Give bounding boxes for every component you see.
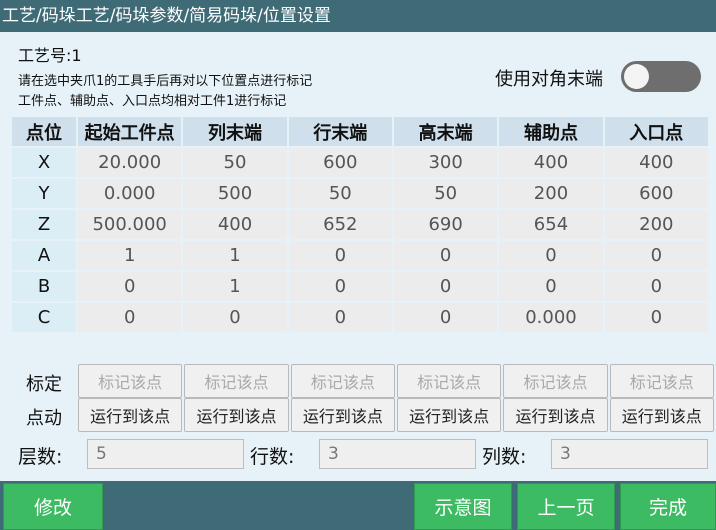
rows-field[interactable]: 3	[319, 439, 476, 469]
table-cell: 0	[604, 303, 708, 332]
table-cell: 300	[393, 148, 498, 177]
mark-point-button-entry[interactable]: 标记该点	[609, 364, 714, 398]
table-row: Y 0.000 500 50 50 200 600	[12, 179, 708, 208]
header-entry-point: 入口点	[604, 117, 708, 146]
move-to-point-button-height-end[interactable]: 运行到该点	[396, 398, 502, 432]
diagonal-end-label: 使用对角末端	[495, 69, 603, 90]
table-cell: 0	[78, 303, 182, 332]
table-cell: 654	[499, 210, 603, 239]
move-row-label: 点动	[26, 408, 62, 429]
done-button[interactable]: 完成	[620, 483, 716, 530]
move-to-point-button-column-end[interactable]: 运行到该点	[184, 398, 289, 432]
table-cell: 0	[288, 303, 392, 332]
table-cell: 50	[393, 179, 498, 208]
table-cell: 50	[288, 179, 392, 208]
mark-point-button-auxiliary[interactable]: 标记该点	[503, 364, 608, 398]
table-row: Z 500.000 400 652 690 654 200	[12, 210, 708, 239]
table-header-row: 点位 起始工件点 列末端 行末端 高末端 辅助点 入口点	[12, 117, 708, 146]
table-cell: 0.000	[499, 303, 603, 332]
table-cell: 1	[78, 241, 182, 270]
diagram-button[interactable]: 示意图	[414, 483, 512, 530]
table-cell: 690	[393, 210, 498, 239]
table-cell: 0.000	[78, 179, 182, 208]
header-auxiliary-point: 辅助点	[499, 117, 603, 146]
mark-point-button-row-end[interactable]: 标记该点	[290, 364, 395, 398]
table-cell: 0	[393, 303, 498, 332]
table-cell: 0	[288, 272, 392, 301]
table-cell: 600	[604, 179, 708, 208]
instruction-line-2: 工件点、辅助点、入口点均相对工件1进行标记	[18, 94, 287, 109]
axis-label: C	[12, 303, 76, 332]
previous-page-button[interactable]: 上一页	[517, 483, 615, 530]
mark-button-row: 标记该点 标记该点 标记该点 标记该点 标记该点 标记该点	[78, 364, 714, 398]
header-start-workpiece: 起始工件点	[78, 117, 182, 146]
table-row: B 0 1 0 0 0 0	[12, 272, 708, 301]
table-cell: 600	[288, 148, 392, 177]
mark-row-label: 标定	[26, 374, 62, 395]
breadcrumb-title: 工艺/码垛工艺/码垛参数/简易码垛/位置设置	[0, 0, 716, 32]
mark-point-button-height-end[interactable]: 标记该点	[396, 364, 502, 398]
layers-label: 层数:	[18, 446, 63, 468]
header-point: 点位	[12, 117, 76, 146]
table-cell: 500.000	[78, 210, 182, 239]
axis-label: Z	[12, 210, 76, 239]
table-cell: 400	[183, 210, 287, 239]
table-row: A 1 1 0 0 0 0	[12, 241, 708, 270]
table-cell: 0	[78, 272, 182, 301]
table-cell: 0	[393, 272, 498, 301]
table-cell: 0	[183, 303, 287, 332]
move-to-point-button-auxiliary[interactable]: 运行到该点	[503, 398, 608, 432]
table-cell: 200	[499, 179, 603, 208]
position-table: 点位 起始工件点 列末端 行末端 高末端 辅助点 入口点 X 20.000 50…	[10, 115, 710, 334]
header-column-end: 列末端	[183, 117, 287, 146]
table-cell: 500	[183, 179, 287, 208]
diagonal-end-toggle[interactable]	[621, 61, 701, 92]
columns-label: 列数:	[482, 446, 527, 468]
table-cell: 50	[183, 148, 287, 177]
table-cell: 0	[288, 241, 392, 270]
mark-point-button-column-end[interactable]: 标记该点	[184, 364, 289, 398]
axis-label: Y	[12, 179, 76, 208]
header-height-end: 高末端	[393, 117, 498, 146]
layers-field[interactable]: 5	[87, 439, 244, 469]
move-to-point-button-start[interactable]: 运行到该点	[78, 398, 183, 432]
table-cell: 400	[499, 148, 603, 177]
table-cell: 20.000	[78, 148, 182, 177]
mark-point-button-start[interactable]: 标记该点	[78, 364, 183, 398]
table-row: X 20.000 50 600 300 400 400	[12, 148, 708, 177]
table-row: C 0 0 0 0 0.000 0	[12, 303, 708, 332]
axis-label: A	[12, 241, 76, 270]
table-cell: 0	[499, 272, 603, 301]
table-cell: 400	[604, 148, 708, 177]
table-cell: 0	[604, 241, 708, 270]
axis-label: B	[12, 272, 76, 301]
modify-button[interactable]: 修改	[3, 483, 103, 530]
instruction-line-1: 请在选中夹爪1的工具手后再对以下位置点进行标记	[18, 74, 313, 89]
axis-label: X	[12, 148, 76, 177]
table-cell: 0	[604, 272, 708, 301]
table-cell: 200	[604, 210, 708, 239]
columns-field[interactable]: 3	[551, 439, 708, 469]
move-button-row: 运行到该点 运行到该点 运行到该点 运行到该点 运行到该点 运行到该点	[78, 398, 714, 432]
table-cell: 1	[183, 272, 287, 301]
table-cell: 652	[288, 210, 392, 239]
move-to-point-button-row-end[interactable]: 运行到该点	[290, 398, 395, 432]
table-cell: 0	[393, 241, 498, 270]
toggle-knob	[624, 64, 649, 89]
craft-number: 工艺号:1	[18, 46, 82, 65]
table-cell: 1	[183, 241, 287, 270]
move-to-point-button-entry[interactable]: 运行到该点	[609, 398, 714, 432]
rows-label: 行数:	[250, 446, 295, 468]
table-cell: 0	[499, 241, 603, 270]
header-row-end: 行末端	[288, 117, 392, 146]
